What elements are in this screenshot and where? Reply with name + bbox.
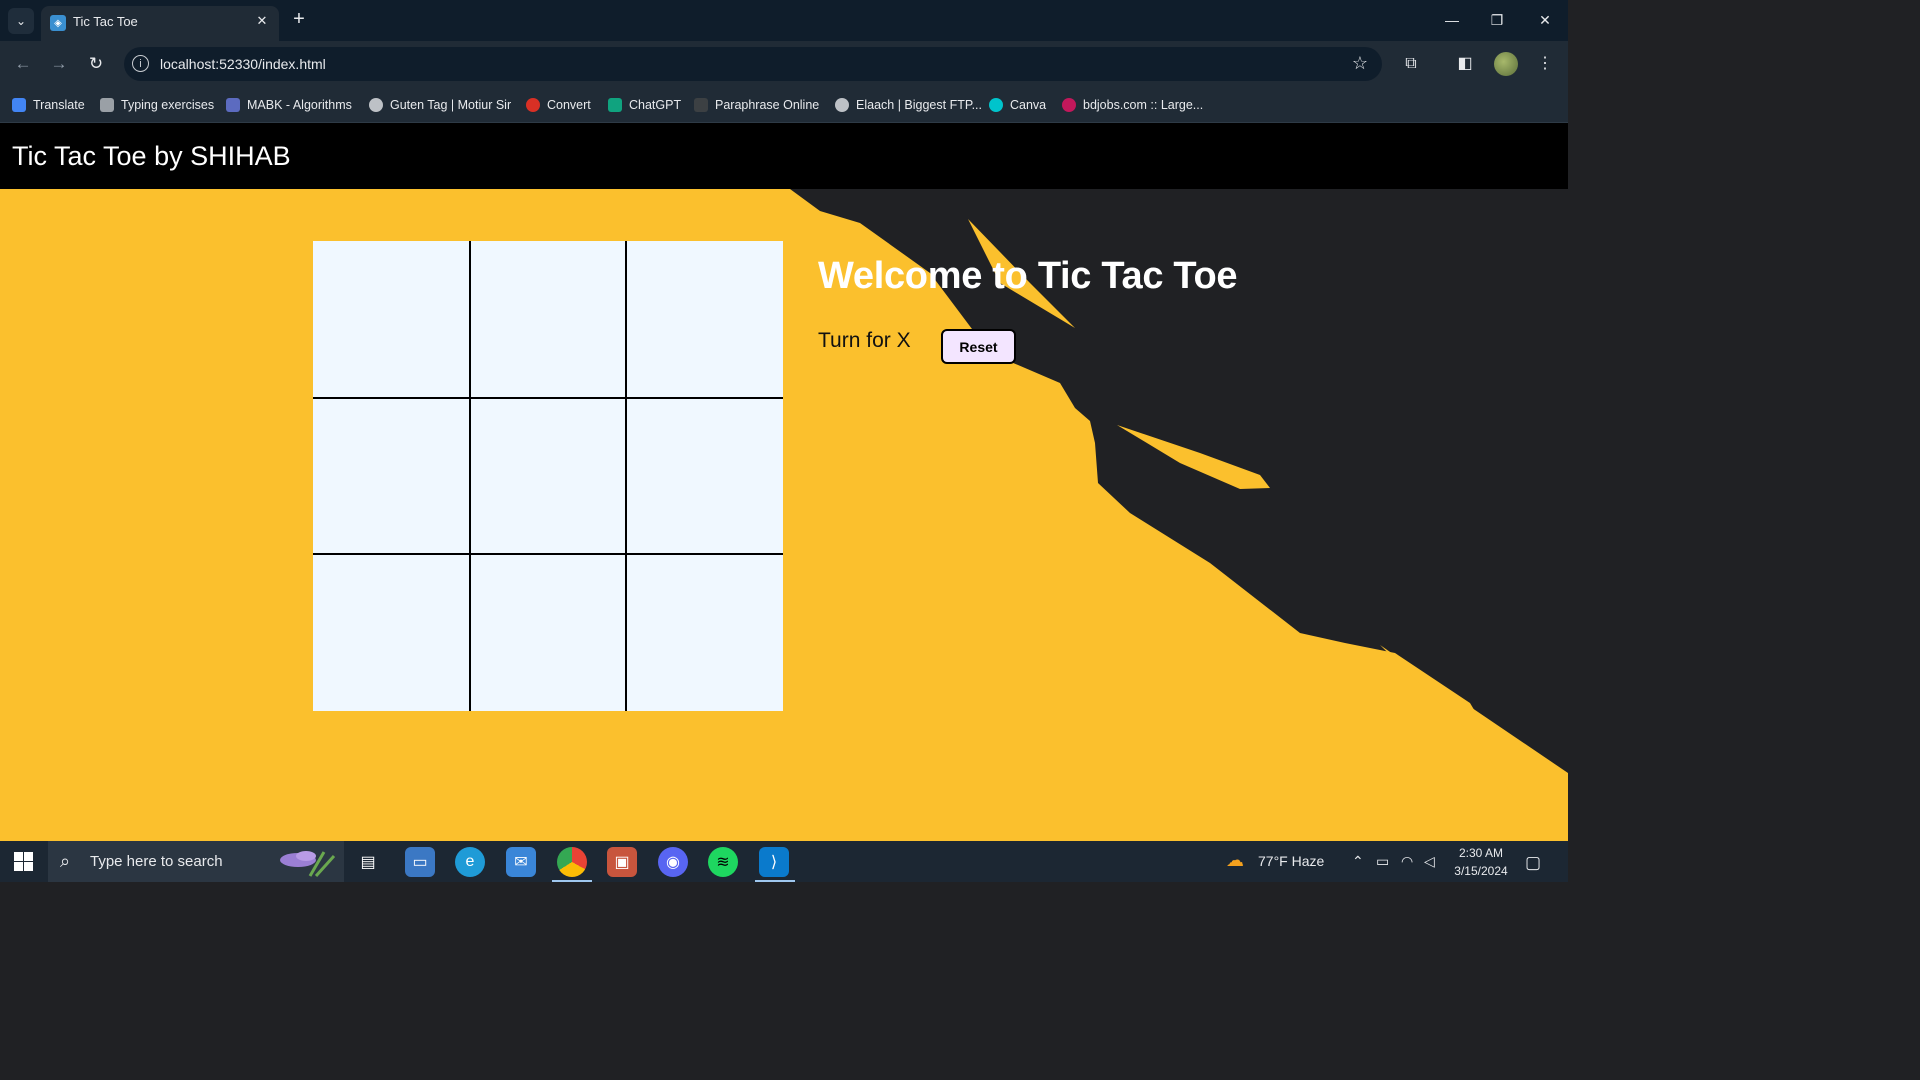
background-splash-shape (790, 189, 1568, 841)
board-cell[interactable] (469, 554, 627, 711)
bookmark-item[interactable]: Elaach | Biggest FTP... (835, 95, 982, 115)
bookmark-item[interactable]: Translate (12, 95, 85, 115)
tab-search-chevron-icon[interactable]: ⌄ (8, 8, 34, 34)
active-app-indicator (552, 880, 592, 882)
back-arrow-icon[interactable]: ← (10, 51, 36, 77)
running-app-indicator (755, 880, 795, 882)
taskbar-clock[interactable]: 2:30 AM 3/15/2024 (1446, 844, 1516, 880)
turn-indicator: Turn for X (818, 329, 911, 352)
browser-menu-icon[interactable]: ⋮ (1533, 52, 1557, 76)
bookmark-label: Typing exercises (121, 98, 215, 112)
bookmark-favicon-icon (369, 98, 383, 112)
bookmark-item[interactable]: Paraphrase Online (694, 95, 819, 115)
edge-browser-icon[interactable]: e (455, 847, 485, 877)
search-placeholder: Type here to search (90, 853, 223, 870)
board-cell[interactable] (313, 554, 470, 711)
bookmark-item[interactable]: MABK - Algorithms (226, 95, 352, 115)
reload-icon[interactable]: ↻ (83, 51, 109, 77)
reset-button[interactable]: Reset (941, 329, 1016, 364)
window-close-icon[interactable]: ✕ (1530, 6, 1560, 34)
app-icon[interactable]: ▣ (607, 847, 637, 877)
bookmark-favicon-icon (1062, 98, 1076, 112)
browser-toolbar: ← → ↻ i localhost:52330/index.html ☆ ⧉ ◧… (0, 41, 1568, 87)
battery-icon[interactable]: ▭ (1376, 853, 1389, 870)
bookmark-label: Paraphrase Online (715, 98, 820, 112)
tab-strip: ⌄ ◈ Tic Tac Toe ✕ + — ❐ ✕ (0, 0, 1568, 41)
weather-icon[interactable]: ☁ (1226, 850, 1244, 871)
bookmark-item[interactable]: bdjobs.com :: Large... (1062, 95, 1203, 115)
board-cell[interactable] (469, 241, 627, 398)
site-title: Tic Tac Toe by SHIHAB (12, 141, 291, 171)
bookmark-favicon-icon (226, 98, 240, 112)
task-view-icon[interactable]: ▤ (353, 847, 383, 877)
bookmark-favicon-icon (835, 98, 849, 112)
bookmark-favicon-icon (12, 98, 26, 112)
bookmark-label: bdjobs.com :: Large... (1083, 98, 1204, 112)
volume-icon[interactable]: ◁ (1424, 853, 1435, 870)
browser-tab[interactable]: ◈ Tic Tac Toe ✕ (41, 6, 279, 41)
search-icon: ⌕ (60, 851, 71, 871)
extensions-puzzle-icon[interactable]: ⧉ (1399, 52, 1423, 76)
tab-close-icon[interactable]: ✕ (253, 12, 271, 30)
discord-icon[interactable]: ◉ (658, 847, 688, 877)
bookmark-item[interactable]: Typing exercises (100, 95, 214, 115)
address-url[interactable]: localhost:52330/index.html (160, 56, 326, 72)
tab-favicon-icon: ◈ (50, 15, 66, 31)
bookmarks-bar: Translate Typing exercises MABK - Algori… (0, 87, 1568, 123)
board-cell[interactable] (313, 241, 470, 398)
restore-icon[interactable]: ❐ (1482, 6, 1512, 34)
bookmark-item[interactable]: Convert (526, 95, 591, 115)
bookmark-favicon-icon (526, 98, 540, 112)
file-explorer-icon[interactable]: ▭ (405, 847, 435, 877)
page-viewport: Tic Tac Toe by SHIHAB Welcome to Tic Tac… (0, 123, 1568, 841)
minimize-icon[interactable]: — (1437, 6, 1467, 34)
notifications-icon[interactable]: ▢ (1525, 853, 1541, 873)
board-cell[interactable] (626, 397, 783, 555)
bookmark-favicon-icon (694, 98, 708, 112)
board-cell[interactable] (626, 241, 783, 398)
bookmark-label: Translate (33, 98, 85, 112)
bookmark-label: MABK - Algorithms (247, 98, 352, 112)
bookmark-label: Guten Tag | Motiur Sir (390, 98, 512, 112)
board-cell[interactable] (469, 397, 627, 555)
board-cell[interactable] (626, 554, 783, 711)
search-highlight-flowers-icon (280, 851, 336, 878)
board-cell[interactable] (313, 397, 470, 555)
clock-time: 2:30 AM (1458, 846, 1504, 860)
game-board (313, 241, 783, 711)
weather-text[interactable]: 77°F Haze (1258, 853, 1324, 869)
windows-start-icon[interactable] (14, 852, 33, 871)
bookmark-item[interactable]: Guten Tag | Motiur Sir (369, 95, 511, 115)
bookmark-label: Convert (547, 98, 591, 112)
mail-icon[interactable]: ✉ (506, 847, 536, 877)
bookmark-favicon-icon (608, 98, 622, 112)
new-tab-plus-icon[interactable]: + (288, 8, 310, 30)
clock-date: 3/15/2024 (1454, 864, 1508, 878)
site-header: Tic Tac Toe by SHIHAB (0, 123, 1568, 189)
taskbar-search-box[interactable]: ⌕ Type here to search (48, 841, 344, 882)
bookmark-star-icon[interactable]: ☆ (1352, 53, 1368, 74)
wifi-icon[interactable]: ◠ (1401, 853, 1413, 870)
site-info-icon[interactable]: i (132, 55, 149, 72)
bookmark-item[interactable]: Canva (989, 95, 1046, 115)
bookmark-favicon-icon (989, 98, 1003, 112)
forward-arrow-icon[interactable]: → (46, 51, 72, 77)
spotify-icon[interactable]: ≋ (708, 847, 738, 877)
windows-taskbar: ⌕ Type here to search ▤ ▭ e ✉ ▣ ◉ ≋ ⟩ ☁ … (0, 841, 1568, 882)
address-bar[interactable]: i localhost:52330/index.html ☆ (124, 47, 1382, 81)
side-panel-icon[interactable]: ◧ (1453, 52, 1477, 76)
tab-title: Tic Tac Toe (73, 14, 138, 29)
bookmark-favicon-icon (100, 98, 114, 112)
show-hidden-icons-chevron-icon[interactable]: ⌃ (1352, 853, 1364, 870)
chrome-icon[interactable] (557, 847, 587, 877)
welcome-heading: Welcome to Tic Tac Toe (818, 255, 1238, 297)
vscode-icon[interactable]: ⟩ (759, 847, 789, 877)
bookmark-label: Elaach | Biggest FTP... (856, 98, 982, 112)
profile-avatar[interactable] (1494, 52, 1518, 76)
bookmark-item[interactable]: ChatGPT (608, 95, 681, 115)
bookmark-label: Canva (1010, 98, 1047, 112)
bookmark-label: ChatGPT (629, 98, 682, 112)
